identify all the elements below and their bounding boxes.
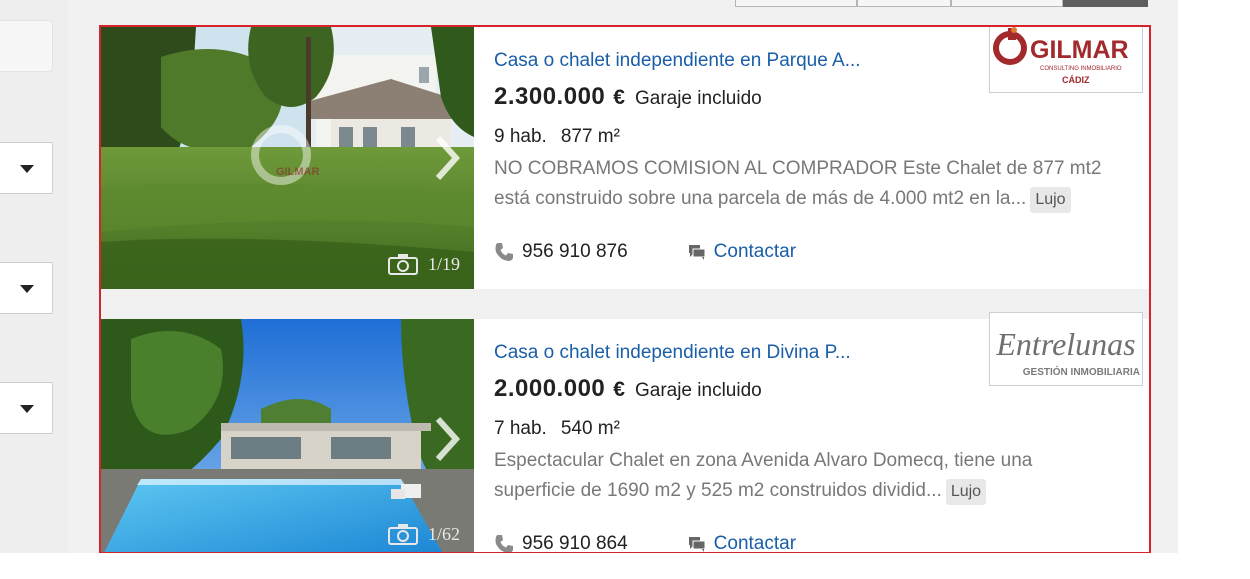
price-row: 2.300.000 € Garaje incluido [494, 83, 762, 111]
next-photo-button[interactable] [432, 413, 462, 470]
rooms: 7 hab. [494, 418, 547, 439]
listing-photo[interactable]: 1/62 [101, 319, 474, 552]
camera-icon [387, 524, 418, 545]
contact-row: 956 910 876 Contactar [494, 241, 796, 263]
contact-label: Contactar [713, 533, 797, 554]
svg-text:CÁDIZ: CÁDIZ [1062, 75, 1090, 85]
listing-price: 2.300.000 [494, 83, 606, 110]
caret-down-icon [20, 405, 34, 413]
photo-counter-text: 1/62 [427, 523, 460, 544]
camera-icon [387, 254, 418, 275]
lujo-tag: Lujo [1030, 187, 1071, 213]
parking-included: Garaje incluido [634, 380, 762, 401]
listing-features: 7 hab. 540 m² [494, 418, 620, 440]
filter-select-1[interactable] [0, 142, 53, 194]
area: 877 m² [560, 126, 620, 147]
rooms: 9 hab. [494, 126, 547, 147]
listing-info: Casa o chalet independiente en Parque A.… [494, 27, 1149, 289]
svg-text:GILMAR: GILMAR [1030, 36, 1129, 64]
phone-icon [495, 243, 513, 261]
sort-toolbar [735, 0, 1148, 7]
phone-text: 956 910 864 [522, 533, 628, 554]
listing-features: 9 hab. 877 m² [494, 126, 620, 148]
contact-label: Contactar [713, 241, 797, 262]
phone-number[interactable]: 956 910 876 [494, 241, 628, 263]
svg-text:Entrelunas: Entrelunas [995, 326, 1135, 362]
page-bottom [0, 553, 1250, 579]
next-photo-button[interactable] [432, 132, 462, 189]
chat-icon [688, 537, 706, 552]
currency-symbol: € [613, 86, 625, 109]
toolbar-button-1[interactable] [735, 0, 857, 7]
listing-card[interactable]: 1/62 Casa o chalet independiente en Divi… [101, 312, 1149, 554]
toolbar-button-3[interactable] [951, 0, 1063, 7]
svg-text:GILMAR: GILMAR [276, 166, 319, 178]
photo-counter: 1/19 [387, 253, 460, 275]
chat-icon [688, 245, 706, 260]
contact-button[interactable]: Contactar [688, 241, 796, 263]
listing-title[interactable]: Casa o chalet independiente en Divina P.… [494, 342, 851, 364]
garden-house-photo: GILMAR [101, 27, 474, 289]
gilmar-logo: GILMAR CONSULTING INMOBILIARIO CÁDIZ [993, 27, 1129, 85]
entrelunas-logo: Entrelunas GESTIÓN INMOBILIARIA [995, 326, 1140, 378]
agency-logo[interactable]: GILMAR CONSULTING INMOBILIARIO CÁDIZ [989, 27, 1143, 93]
toolbar-button-2[interactable] [857, 0, 951, 7]
filter-select-3[interactable] [0, 382, 53, 434]
toolbar-button-active[interactable] [1063, 0, 1148, 7]
listing-description: NO COBRAMOS COMISION AL COMPRADOR Este C… [494, 154, 1114, 214]
lujo-tag: Lujo [945, 479, 987, 505]
svg-text:CONSULTING INMOBILIARIO: CONSULTING INMOBILIARIO [1040, 66, 1122, 72]
photo-counter: 1/62 [387, 523, 460, 545]
phone-text: 956 910 876 [522, 241, 628, 262]
agency-logo[interactable]: Entrelunas GESTIÓN INMOBILIARIA [989, 312, 1143, 386]
price-row: 2.000.000 € Garaje incluido [494, 375, 762, 403]
phone-number[interactable]: 956 910 864 [494, 533, 628, 554]
filter-input[interactable] [0, 20, 53, 72]
caret-down-icon [20, 285, 34, 293]
listing-info: Casa o chalet independiente en Divina P.… [494, 312, 1149, 554]
listing-description: Espectacular Chalet en zona Avenida Alva… [494, 446, 1114, 506]
filters-sidebar [0, 0, 68, 553]
listing-list: GILMAR 1/19 Casa o chalet independiente … [99, 25, 1151, 554]
description-text: NO COBRAMOS COMISION AL COMPRADOR Este C… [494, 158, 1102, 209]
listing-title[interactable]: Casa o chalet independiente en Parque A.… [494, 50, 861, 72]
listing-price: 2.000.000 [494, 375, 606, 402]
pool-house-photo [101, 319, 474, 552]
chevron-right-icon [435, 135, 461, 181]
svg-text:GESTIÓN INMOBILIARIA: GESTIÓN INMOBILIARIA [1023, 365, 1140, 378]
contact-button[interactable]: Contactar [688, 533, 797, 554]
currency-symbol: € [613, 378, 625, 401]
caret-down-icon [20, 165, 34, 173]
photo-counter-text: 1/19 [427, 253, 460, 274]
listing-card[interactable]: GILMAR 1/19 Casa o chalet independiente … [101, 27, 1149, 289]
area: 540 m² [560, 418, 620, 439]
parking-included: Garaje incluido [634, 88, 762, 109]
listing-photo[interactable]: GILMAR 1/19 [101, 27, 474, 289]
filter-select-2[interactable] [0, 262, 53, 314]
chevron-right-icon [435, 416, 461, 462]
phone-icon [495, 535, 513, 552]
contact-row: 956 910 864 Contactar [494, 533, 797, 554]
